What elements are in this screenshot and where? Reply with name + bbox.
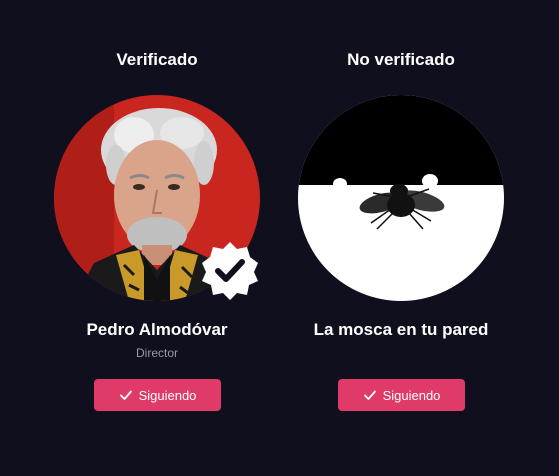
following-button-verified[interactable]: Siguiendo: [94, 379, 221, 411]
profile-comparison: Verificado Pedro Almodóvar Director Sigu…: [0, 0, 559, 476]
following-button-label: Siguiendo: [382, 387, 441, 403]
verified-check-badge-icon: [200, 240, 260, 300]
verified-heading: Verificado: [116, 50, 198, 69]
following-button-unverified[interactable]: Siguiendo: [338, 379, 465, 411]
unverified-avatar[interactable]: [298, 95, 504, 301]
verified-profile-name: Pedro Almodóvar: [86, 320, 228, 339]
check-icon: [363, 388, 377, 402]
verified-profile-card: Verificado Pedro Almodóvar Director Sigu…: [42, 0, 272, 476]
fly-on-wall-icon: [298, 95, 504, 301]
unverified-heading: No verificado: [347, 50, 455, 69]
verified-profile-role: Director: [135, 346, 178, 360]
unverified-profile-name: La mosca en tu pared: [313, 320, 489, 339]
unverified-profile-card: No verificado La mosca en tu pared Sigui…: [286, 0, 516, 476]
following-button-label: Siguiendo: [138, 387, 197, 403]
check-icon: [119, 388, 133, 402]
